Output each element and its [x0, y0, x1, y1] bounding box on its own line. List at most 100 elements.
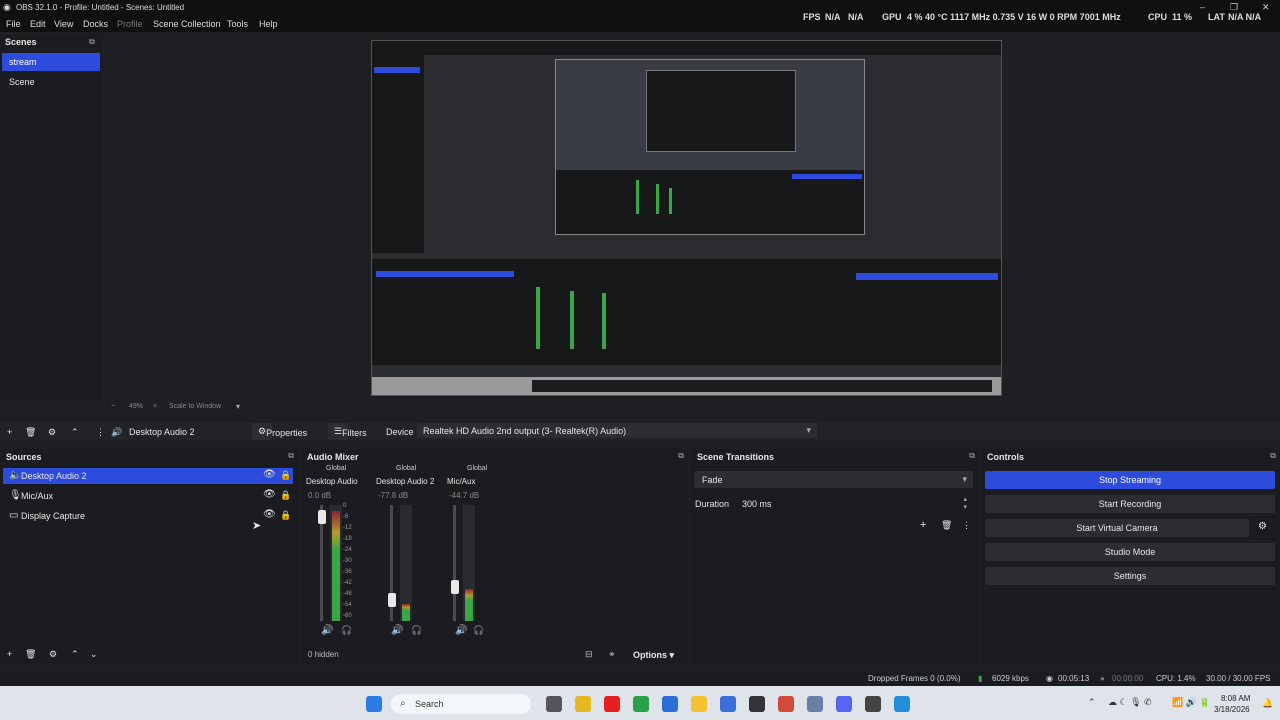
store-icon[interactable] — [720, 696, 736, 712]
settings-app-icon[interactable] — [807, 696, 823, 712]
layout-icon[interactable]: ⊟ — [585, 649, 593, 660]
channel-name[interactable]: Mic/Aux — [447, 477, 475, 486]
windows-start-icon[interactable] — [366, 696, 382, 712]
selected-source-name: Desktop Audio 2 — [129, 427, 195, 437]
taskbar-date[interactable]: 3/18/2026 — [1214, 705, 1250, 714]
minimize-icon[interactable]: – — [1200, 2, 1205, 12]
visibility-eye-icon[interactable]: 👁 — [263, 489, 276, 500]
add-icon[interactable]: + — [7, 427, 12, 437]
properties-button[interactable]: ⚙ Properties — [252, 423, 307, 440]
taskbar-time[interactable]: 8:08 AM — [1221, 694, 1250, 703]
dock-float-icon[interactable]: ⧉ — [969, 451, 975, 461]
gear-icon[interactable]: ⚙ — [1258, 521, 1267, 532]
options-button[interactable]: Options ▾ — [633, 650, 674, 661]
device-select[interactable]: Realtek HD Audio 2nd output (3- Realtek(… — [417, 423, 817, 438]
start-virtual-camera-button[interactable]: Start Virtual Camera — [985, 519, 1249, 537]
scale-to-window[interactable]: Scale to Window — [169, 403, 221, 410]
notification-bell-icon[interactable]: 🔔 — [1262, 698, 1273, 709]
tray-icons[interactable]: ☁ ☾ 🎙 ✆ — [1108, 697, 1152, 708]
visibility-eye-icon[interactable]: 👁 — [263, 469, 276, 480]
start-recording-button[interactable]: Start Recording — [985, 495, 1275, 513]
volume-fader[interactable] — [453, 505, 456, 621]
speaker-icon[interactable]: 🔊 — [455, 625, 467, 636]
more-icon[interactable]: ⋮ — [96, 427, 105, 438]
spin-up-icon[interactable]: ▴ — [963, 495, 967, 503]
channel-name[interactable]: Desktop Audio 2 — [376, 477, 434, 486]
fader-knob[interactable] — [318, 510, 326, 525]
gmail-icon[interactable] — [778, 696, 794, 712]
chatgpt-icon[interactable] — [749, 696, 765, 712]
channel-name[interactable]: Desktop Audio — [306, 477, 358, 486]
add-icon[interactable]: + — [920, 519, 926, 531]
outlook-icon[interactable] — [662, 696, 678, 712]
scene-item-scene[interactable]: Scene — [2, 73, 100, 91]
speaker-icon[interactable]: 🔊 — [321, 625, 333, 636]
trash-icon[interactable]: 🗑 — [941, 520, 952, 531]
menu-file[interactable]: File — [6, 19, 21, 29]
lock-icon[interactable]: 🔒 — [280, 510, 291, 521]
menu-help[interactable]: Help — [259, 19, 278, 29]
nested-selected-source — [376, 271, 514, 277]
dock-float-icon[interactable]: ⧉ — [288, 451, 294, 461]
gear-icon[interactable]: ⚙ — [48, 427, 56, 438]
link-icon[interactable]: ⚭ — [608, 649, 616, 660]
task-view-icon[interactable] — [546, 696, 562, 712]
more-icon[interactable]: ⋮ — [962, 520, 971, 531]
tray-chevron-icon[interactable]: ⌃ — [1088, 697, 1096, 708]
zoom-out-icon[interactable]: − — [111, 403, 115, 410]
menu-tools[interactable]: Tools — [227, 19, 248, 29]
transition-select[interactable]: Fade ▾ — [694, 471, 973, 488]
dock-float-icon[interactable]: ⧉ — [89, 37, 95, 47]
spin-down-icon[interactable]: ▾ — [963, 503, 967, 511]
speaker-icon[interactable]: 🔊 — [391, 625, 403, 636]
nested-meter — [656, 184, 659, 214]
menu-docks[interactable]: Docks — [83, 19, 108, 29]
chevron-down-icon[interactable]: ▾ — [236, 402, 240, 411]
headphone-icon[interactable]: 🎧 — [411, 625, 422, 636]
headphone-icon[interactable]: 🎧 — [473, 625, 484, 636]
xbox-icon[interactable] — [633, 696, 649, 712]
menu-profile[interactable]: Profile — [117, 19, 143, 29]
edge-icon[interactable] — [894, 696, 910, 712]
fader-knob[interactable] — [388, 593, 396, 608]
studio-mode-button[interactable]: Studio Mode — [985, 543, 1275, 561]
add-icon[interactable]: + — [7, 649, 12, 659]
dock-float-icon[interactable]: ⧉ — [1270, 451, 1276, 461]
menu-view[interactable]: View — [54, 19, 73, 29]
settings-button[interactable]: Settings — [985, 567, 1275, 585]
dock-float-icon[interactable]: ⧉ — [678, 451, 684, 461]
move-up-icon[interactable]: ⌃ — [71, 427, 79, 438]
source-item-display-capture[interactable]: ▭ Display Capture 👁 🔒 — [3, 508, 293, 524]
source-item-mic-aux[interactable]: 🎙 Mic/Aux 👁 🔒 — [3, 488, 293, 504]
chrome-icon[interactable] — [575, 696, 591, 712]
transition-type: Fade — [702, 475, 723, 485]
duration-input[interactable]: 300 ms ▴ ▾ — [737, 495, 973, 512]
trash-icon[interactable]: 🗑 — [25, 427, 36, 438]
headphone-icon[interactable]: 🎧 — [341, 625, 352, 636]
taskbar-search[interactable]: ⌕ Search — [391, 694, 531, 714]
menu-scene-collection[interactable]: Scene Collection — [153, 19, 221, 29]
filters-button[interactable]: ☰ Filters — [328, 423, 367, 440]
file-explorer-icon[interactable] — [691, 696, 707, 712]
scenes-dock: Scenes ⧉ stream Scene — [0, 34, 102, 400]
menu-edit[interactable]: Edit — [30, 19, 46, 29]
level-meter — [330, 505, 342, 621]
preview-canvas[interactable] — [371, 40, 1002, 396]
gear-icon[interactable]: ⚙ — [49, 649, 57, 660]
move-up-icon[interactable]: ⌃ — [71, 649, 79, 660]
discord-icon[interactable] — [836, 696, 852, 712]
youtube-icon[interactable] — [604, 696, 620, 712]
obs-taskbar-icon[interactable] — [865, 696, 881, 712]
close-icon[interactable]: ✕ — [1262, 2, 1270, 13]
fader-knob[interactable] — [451, 579, 459, 594]
source-item-desktop-audio-2[interactable]: 🔈 Desktop Audio 2 👁 🔒 — [3, 468, 293, 484]
stop-streaming-button[interactable]: Stop Streaming — [985, 471, 1275, 489]
zoom-in-icon[interactable]: + — [153, 403, 157, 410]
visibility-eye-icon[interactable]: 👁 — [263, 509, 276, 520]
lock-icon[interactable]: 🔒 — [280, 470, 291, 481]
scene-item-stream[interactable]: stream — [2, 53, 100, 71]
move-down-icon[interactable]: ⌄ — [90, 649, 98, 660]
lock-icon[interactable]: 🔒 — [280, 490, 291, 501]
trash-icon[interactable]: 🗑 — [25, 649, 36, 660]
tray-network-icons[interactable]: 📶 🔊 🔋 — [1172, 697, 1211, 708]
